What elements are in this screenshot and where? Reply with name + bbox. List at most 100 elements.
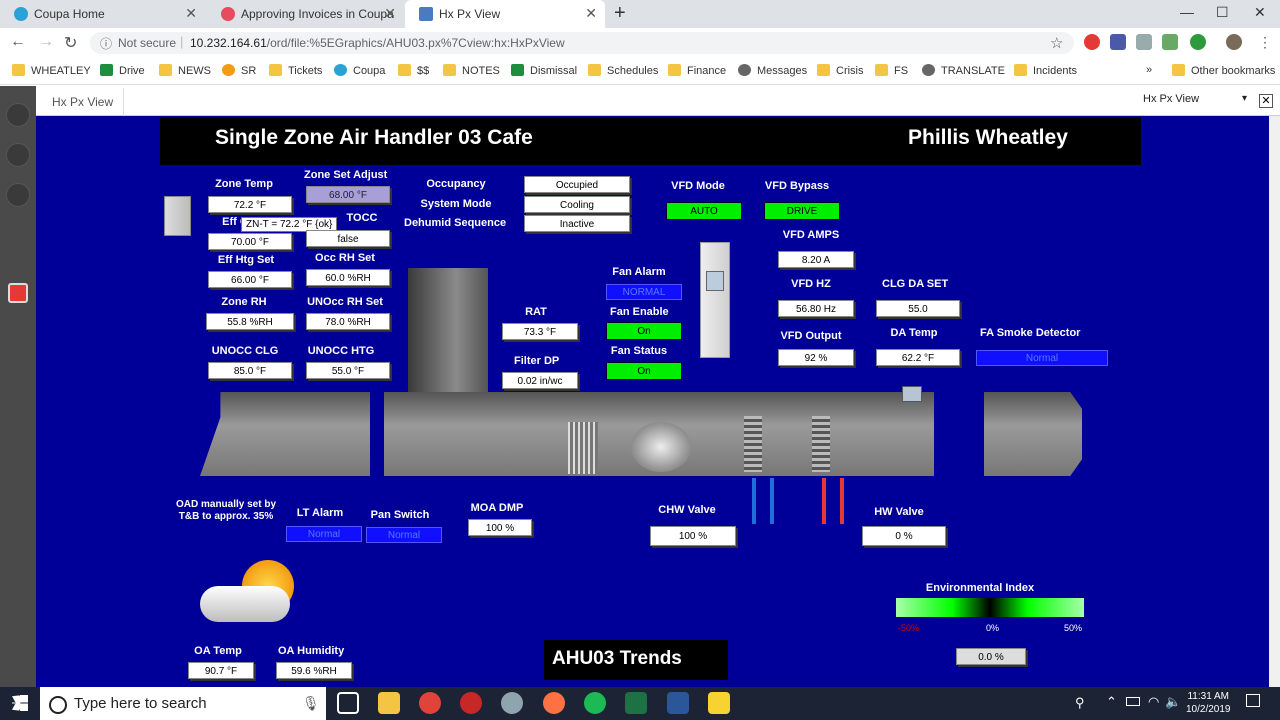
extension-icon[interactable]: [1162, 34, 1178, 50]
dehumid-value[interactable]: Inactive: [524, 215, 630, 232]
battery-icon[interactable]: [1126, 697, 1140, 706]
forward-icon[interactable]: →: [38, 33, 54, 51]
firefox-icon[interactable]: [543, 692, 565, 714]
view-selector[interactable]: Hx Px View: [1139, 93, 1253, 109]
wifi-icon[interactable]: ◠: [1148, 694, 1159, 710]
bookmark-fs[interactable]: FS: [875, 64, 908, 77]
bookmark-dismissal[interactable]: Dismissal: [511, 64, 577, 77]
vfd-bypass-value[interactable]: DRIVE: [764, 202, 840, 220]
vfd-hz-value[interactable]: 56.80 Hz: [778, 300, 854, 317]
chw-valve-value[interactable]: 100 %: [650, 526, 736, 546]
menu-icon[interactable]: [6, 103, 30, 127]
zone-set-adjust-value[interactable]: 68.00 °F: [306, 186, 390, 203]
zone-rh-value[interactable]: 55.8 %RH: [206, 313, 294, 330]
maximize-icon[interactable]: ☐: [1216, 4, 1229, 21]
vertical-scrollbar[interactable]: [1269, 116, 1280, 687]
bookmark-wheatley[interactable]: WHEATLEY: [12, 64, 91, 77]
bookmark-money[interactable]: $$: [398, 64, 429, 77]
close-icon[interactable]: ✕: [585, 5, 597, 22]
fa-smoke-value[interactable]: Normal: [976, 350, 1108, 366]
bookmark-finance[interactable]: Finance: [668, 64, 726, 77]
chevron-right-icon[interactable]: »: [1146, 64, 1152, 76]
word-icon[interactable]: [667, 692, 689, 714]
minimize-icon[interactable]: —: [1180, 4, 1194, 20]
bookmark-drive[interactable]: Drive: [100, 64, 145, 77]
hw-valve-value[interactable]: 0 %: [862, 526, 946, 546]
menu-icon[interactable]: ⋮: [1258, 34, 1272, 51]
tocc-value[interactable]: false: [306, 230, 390, 247]
bookmark-crisis[interactable]: Crisis: [817, 64, 864, 77]
extension-icon[interactable]: [1110, 34, 1126, 50]
close-window-icon[interactable]: ✕: [1254, 4, 1266, 21]
avatar[interactable]: [1226, 34, 1242, 50]
bookmark-incidents[interactable]: Incidents: [1014, 64, 1077, 77]
eff-clg-value[interactable]: 70.00 °F: [208, 233, 292, 250]
search-icon[interactable]: [6, 143, 30, 167]
app-icon[interactable]: [460, 692, 482, 714]
env-index-value[interactable]: 0.0 %: [956, 648, 1026, 665]
notification-icon[interactable]: [1246, 694, 1260, 707]
fan-status-value[interactable]: On: [606, 362, 682, 380]
system-mode-value[interactable]: Cooling: [524, 196, 630, 213]
sticky-notes-icon[interactable]: [708, 692, 730, 714]
da-temp-value[interactable]: 62.2 °F: [876, 349, 960, 366]
filter-dp-value[interactable]: 0.02 in/wc: [502, 372, 578, 389]
fan-enable-value[interactable]: On: [606, 322, 682, 340]
bookmark-translate[interactable]: TRANSLATE: [922, 64, 1005, 77]
task-view-icon[interactable]: [337, 692, 359, 714]
star-icon[interactable]: ☆: [1050, 34, 1063, 52]
reload-icon[interactable]: ↻: [64, 33, 77, 53]
occupancy-value[interactable]: Occupied: [524, 176, 630, 193]
close-icon[interactable]: ✕: [384, 5, 396, 22]
microphone-icon[interactable]: 🎙: [302, 695, 320, 712]
unocc-clg-value[interactable]: 85.0 °F: [208, 362, 292, 379]
taskbar-search[interactable]: Type here to search: [40, 687, 326, 720]
bookmark-news[interactable]: NEWS: [159, 64, 211, 77]
chrome-icon[interactable]: [419, 692, 441, 714]
extension-icon[interactable]: [1136, 34, 1152, 50]
file-explorer-icon[interactable]: [378, 692, 400, 714]
alarm-icon[interactable]: [8, 283, 28, 303]
oa-temp-value[interactable]: 90.7 °F: [188, 662, 254, 679]
vfd-mode-value[interactable]: AUTO: [666, 202, 742, 220]
bookmark-sr[interactable]: SR: [222, 64, 256, 77]
other-bookmarks[interactable]: Other bookmarks: [1172, 64, 1275, 77]
system-clock[interactable]: 11:31 AM 10/2/2019: [1186, 690, 1231, 716]
info-icon[interactable]: ⓘ: [100, 35, 112, 52]
vfd-amps-value[interactable]: 8.20 A: [778, 251, 854, 268]
oa-humidity-value[interactable]: 59.6 %RH: [276, 662, 352, 679]
occ-rh-value[interactable]: 60.0 %RH: [306, 269, 390, 286]
adblock-icon[interactable]: [1084, 34, 1100, 50]
tab-approving-invoices[interactable]: Approving Invoices in Coupa ✕: [207, 0, 404, 28]
people-icon[interactable]: ⚲: [1075, 695, 1085, 711]
chevron-up-icon[interactable]: ⌃: [1106, 694, 1117, 710]
tab-coupa-home[interactable]: Coupa Home ✕: [0, 0, 205, 28]
eff-htg-value[interactable]: 66.00 °F: [208, 271, 292, 288]
zone-temp-value[interactable]: 72.2 °F: [208, 196, 292, 213]
bookmark-notes[interactable]: NOTES: [443, 64, 500, 77]
ahu03-trends-button[interactable]: AHU03 Trends: [544, 640, 728, 680]
rat-value[interactable]: 73.3 °F: [502, 323, 578, 340]
new-tab-icon[interactable]: +: [614, 2, 626, 25]
vfd-output-value[interactable]: 92 %: [778, 349, 854, 366]
bookmark-tickets[interactable]: Tickets: [269, 64, 322, 77]
pan-switch-value[interactable]: Normal: [366, 527, 442, 543]
excel-icon[interactable]: [625, 692, 647, 714]
unocc-htg-value[interactable]: 55.0 °F: [306, 362, 390, 379]
tools-icon[interactable]: [6, 183, 30, 207]
extension-icon[interactable]: [1190, 34, 1206, 50]
bookmark-messages[interactable]: Messages: [738, 64, 807, 77]
volume-icon[interactable]: 🔈: [1165, 694, 1181, 710]
spotify-icon[interactable]: [584, 692, 606, 714]
close-icon[interactable]: ✕: [1259, 94, 1273, 108]
app-icon[interactable]: [501, 692, 523, 714]
clg-da-set-value[interactable]: 55.0: [876, 300, 960, 317]
close-icon[interactable]: ✕: [185, 5, 197, 22]
tab-hx-px-view[interactable]: Hx Px View ✕: [405, 0, 605, 28]
lt-alarm-value[interactable]: Normal: [286, 526, 362, 542]
bookmark-schedules[interactable]: Schedules: [588, 64, 658, 77]
moa-dmp-value[interactable]: 100 %: [468, 519, 532, 536]
view-tab[interactable]: Hx Px View: [36, 88, 124, 116]
fan-alarm-value[interactable]: NORMAL: [606, 284, 682, 300]
unocc-rh-value[interactable]: 78.0 %RH: [306, 313, 390, 330]
